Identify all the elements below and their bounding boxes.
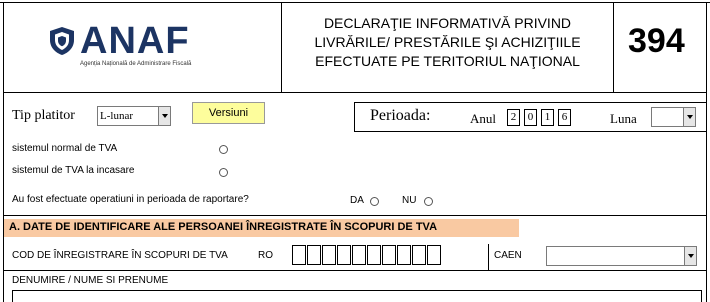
year-digit-4[interactable]: 6 <box>558 109 571 126</box>
cod-digit-10[interactable] <box>427 245 441 265</box>
sistem-incasare-label: sistemul de TVA la incasare <box>12 165 135 176</box>
cod-digit-7[interactable] <box>382 245 396 265</box>
da-label: DA <box>350 195 364 206</box>
sistem-normal-radio[interactable] <box>219 145 228 154</box>
year-digit-3[interactable]: 1 <box>541 109 554 126</box>
cod-digit-4[interactable] <box>337 245 351 265</box>
tip-platitor-dropdown-icon[interactable] <box>158 107 170 125</box>
section-a-header: A. DATE DE IDENTIFICARE ALE PERSOANEI ÎN… <box>4 219 519 237</box>
tip-platitor-select[interactable]: L-lunar <box>97 106 171 126</box>
cod-digit-9[interactable] <box>412 245 426 265</box>
tip-platitor-value: L-lunar <box>100 110 133 122</box>
sistem-incasare-radio[interactable] <box>219 168 228 177</box>
anul-label: Anul <box>470 111 496 126</box>
nu-label: NU <box>402 195 417 206</box>
cod-digit-1[interactable] <box>292 245 306 265</box>
tip-platitor-label: Tip platitor <box>12 108 75 123</box>
year-digit-2[interactable]: 0 <box>524 109 537 126</box>
cod-digit-8[interactable] <box>397 245 411 265</box>
cod-digit-6[interactable] <box>367 245 381 265</box>
form-title-line-3: EFECTUATE PE TERITORIUL NAŢIONAL <box>315 53 580 69</box>
cod-row-bottom-line <box>3 270 707 271</box>
form-number: 394 <box>628 22 685 60</box>
versiuni-label: Versiuni <box>208 107 249 119</box>
anaf-logo-text: ANAF <box>80 20 190 62</box>
frame-left-line <box>3 2 4 302</box>
denumire-input[interactable] <box>12 290 702 302</box>
form-title-line-2: LIVRĂRILE/ PRESTĂRILE ŞI ACHIZIŢIILE <box>314 34 581 50</box>
perioada-label: Perioada: <box>370 107 431 124</box>
year-digit-1[interactable]: 2 <box>507 109 520 126</box>
denumire-label: DENUMIRE / NUME SI PRENUME <box>12 275 169 286</box>
header-divider-2 <box>613 2 614 92</box>
frame-top-line <box>0 2 710 3</box>
frame-right-line <box>706 2 707 302</box>
form-title-line-1: DECLARAŢIE INFORMATIVĂ PRIVIND <box>323 15 572 31</box>
luna-select[interactable] <box>651 107 696 127</box>
luna-dropdown-icon[interactable] <box>683 108 695 126</box>
operatiuni-question: Au fost efectuate operatiuni in perioada… <box>12 194 249 205</box>
caen-select[interactable] <box>546 246 697 266</box>
caen-label: CAEN <box>494 250 522 261</box>
sistem-normal-label: sistemul normal de TVA <box>12 143 118 154</box>
cod-inregistrare-label: COD DE ÎNREGISTRARE ÎN SCOPURI DE TVA <box>12 250 228 261</box>
anaf-shield-icon <box>49 26 75 56</box>
header-bottom-line <box>3 92 707 93</box>
anaf-logo-subtitle: Agenția Națională de Administrare Fiscal… <box>80 61 192 67</box>
luna-label: Luna <box>610 111 637 126</box>
cod-digit-2[interactable] <box>307 245 321 265</box>
cod-digit-3[interactable] <box>322 245 336 265</box>
da-radio[interactable] <box>370 197 379 206</box>
form-title: DECLARAŢIE INFORMATIVĂ PRIVIND LIVRĂRILE… <box>282 14 613 71</box>
section-a-title: A. DATE DE IDENTIFICARE ALE PERSOANEI ÎN… <box>9 221 438 233</box>
caen-group-line <box>488 244 489 270</box>
cod-digit-5[interactable] <box>352 245 366 265</box>
versiuni-button[interactable]: Versiuni <box>192 102 265 124</box>
section-a-top-line <box>3 215 707 216</box>
ro-label: RO <box>258 250 273 261</box>
nu-radio[interactable] <box>424 197 433 206</box>
caen-dropdown-icon[interactable] <box>684 247 696 265</box>
